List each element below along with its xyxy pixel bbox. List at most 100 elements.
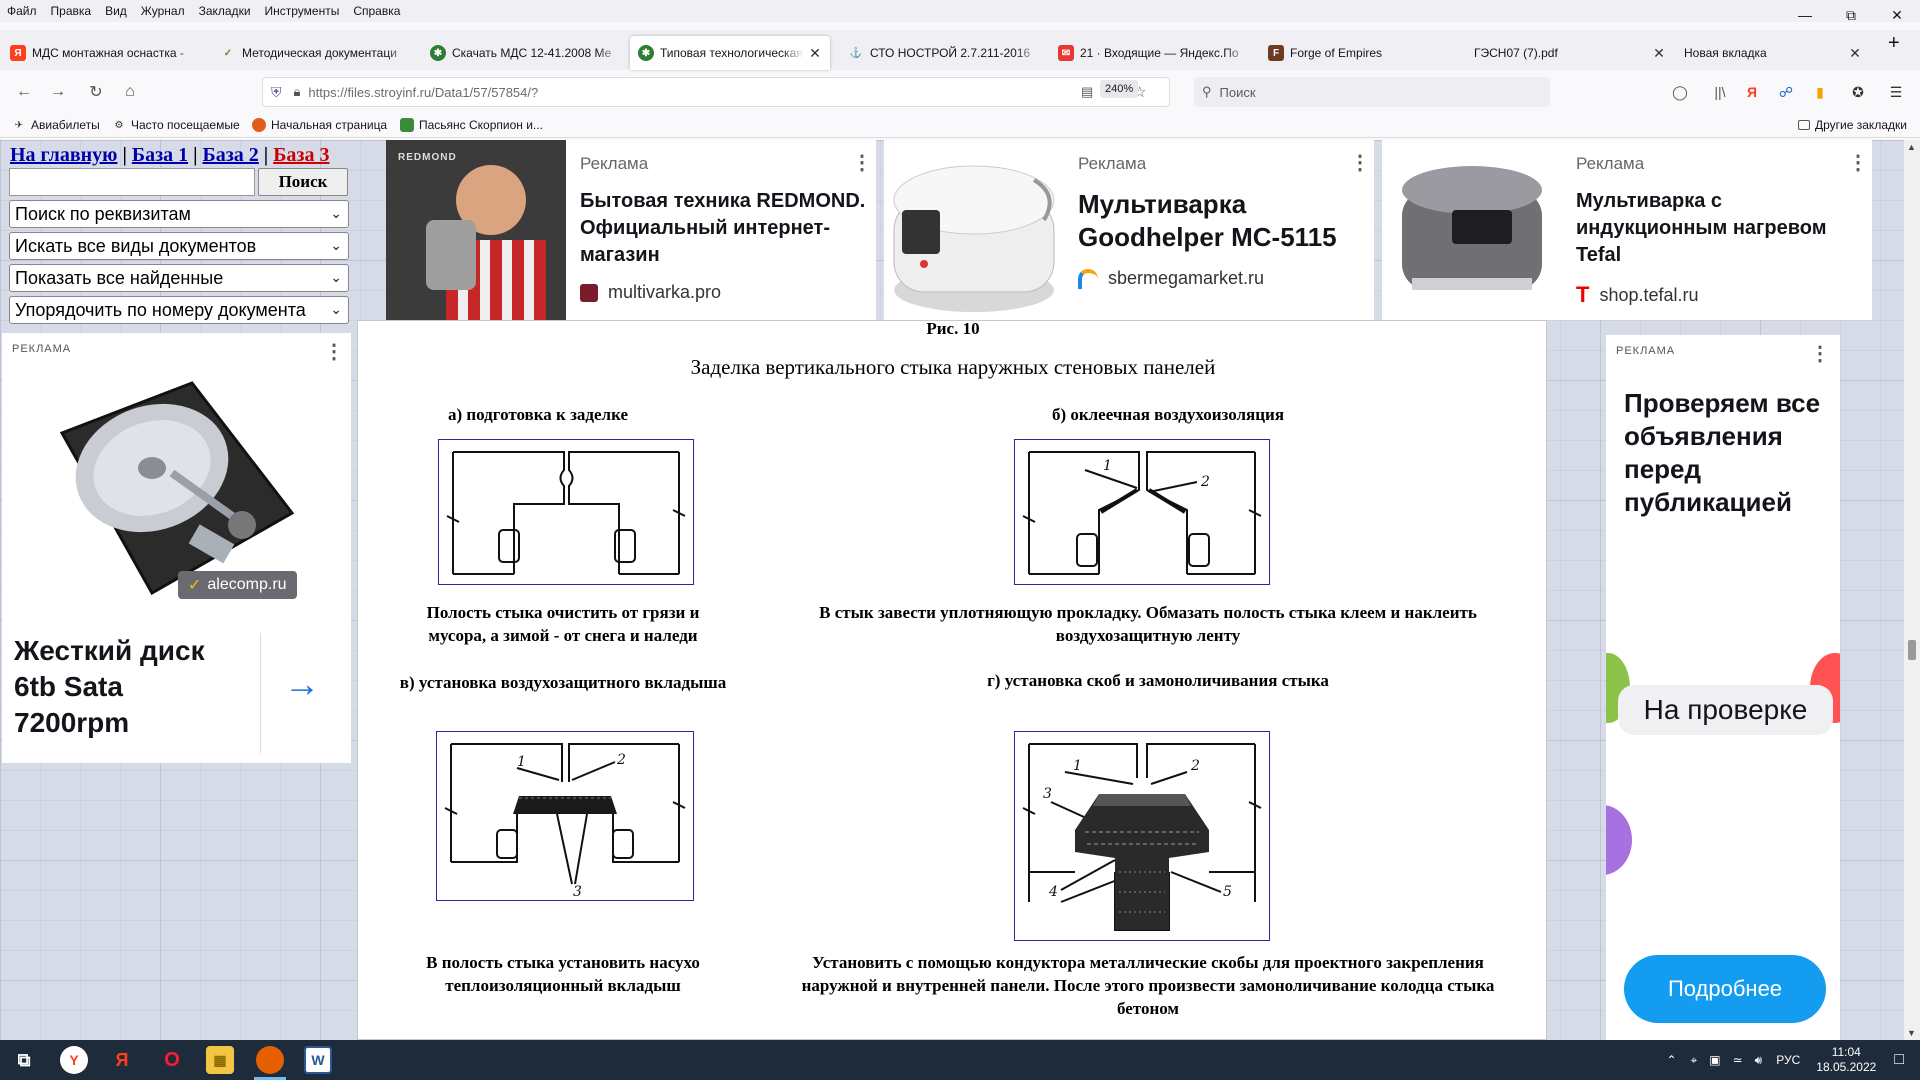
- forward-arrow-icon[interactable]: →: [46, 80, 70, 104]
- display-icon[interactable]: ▣: [1709, 1053, 1720, 1067]
- shield-icon[interactable]: ⛨: [271, 84, 282, 101]
- restore-icon[interactable]: ⧉: [1828, 0, 1874, 30]
- bookmark-frequent[interactable]: ⚙ Часто посещаемые: [112, 118, 240, 132]
- select-show-found[interactable]: Показать все найденные ⌄: [9, 264, 349, 292]
- bookmark-flag-icon[interactable]: ▮: [1810, 82, 1830, 102]
- base1-link[interactable]: База 1: [132, 144, 188, 166]
- lock-icon[interactable]: 🔒︎: [294, 84, 301, 100]
- menu-tools[interactable]: Инструменты: [258, 4, 347, 18]
- yandex-browser-icon[interactable]: Y: [60, 1046, 88, 1074]
- menu-edit[interactable]: Правка: [44, 4, 99, 18]
- tab-mds[interactable]: Я МДС монтажная оснастка -: [2, 36, 210, 70]
- scrollbar-thumb[interactable]: [1908, 640, 1916, 660]
- reader-view-icon[interactable]: ▤: [1081, 84, 1093, 100]
- game-icon: F: [1268, 45, 1284, 61]
- yandex-icon[interactable]: Я: [1742, 82, 1762, 102]
- close-tab-icon[interactable]: ✕: [1652, 45, 1666, 62]
- menu-help[interactable]: Справка: [346, 4, 407, 18]
- tab-skachat[interactable]: ✱ Скачать МДС 12-41.2008 Ме: [422, 36, 630, 70]
- zoom-level[interactable]: 240%: [1100, 80, 1139, 98]
- menu-history[interactable]: Журнал: [134, 4, 192, 18]
- close-tab-icon[interactable]: ✕: [1848, 45, 1862, 62]
- more-options-icon[interactable]: ⋮: [1810, 341, 1830, 366]
- system-tray: ⌃ ⌖ ▣ ≃ 🔊︎ РУС 11:04 18.05.2022 □: [1658, 1040, 1914, 1080]
- home-icon[interactable]: ⌂: [118, 80, 142, 104]
- bookmark-start-page[interactable]: Начальная страница: [252, 118, 387, 132]
- tab-new[interactable]: Новая вкладка ✕: [1676, 36, 1870, 70]
- extensions-icon[interactable]: ✪: [1848, 82, 1868, 102]
- select-doc-types[interactable]: Искать все виды документов ⌄: [9, 232, 349, 260]
- callout-label-4: 4: [1048, 884, 1058, 900]
- word-icon[interactable]: W: [304, 1046, 332, 1074]
- bookmark-aviabilety[interactable]: ✈ Авиабилеты: [12, 118, 100, 132]
- url-bar[interactable]: ⛨ 🔒︎ https://files.stroyinf.ru/Data1/57/…: [262, 77, 1170, 107]
- ad-top-redmond[interactable]: REDMOND Реклама ⋮ Бытовая техника REDMON…: [386, 140, 876, 320]
- menu-file[interactable]: Файл: [0, 4, 44, 18]
- nav-separator: |: [193, 144, 198, 166]
- more-options-icon[interactable]: ⋮: [1848, 150, 1868, 175]
- search-bar[interactable]: ⚲ Поиск: [1194, 77, 1550, 107]
- ad-label: РЕКЛАМА: [1616, 345, 1676, 357]
- ad-top-tefal[interactable]: Реклама ⋮ Мультиварка с индукционным наг…: [1382, 140, 1872, 320]
- ad-cta-button[interactable]: Подробнее: [1624, 955, 1826, 1023]
- windows-taskbar: ⧉ Y Я O ▦ W ⌃ ⌖ ▣ ≃ 🔊︎ РУС 11:04 18.05.2…: [0, 1040, 1920, 1080]
- menu-view[interactable]: Вид: [98, 4, 134, 18]
- library-icon[interactable]: ||\: [1710, 82, 1730, 102]
- select-sort-order[interactable]: Упорядочить по номеру документа ⌄: [9, 296, 349, 324]
- ad-title: Мультиварка Goodhelper MC-5115: [1078, 189, 1337, 252]
- ad-left[interactable]: РЕКЛАМА ⋮ ✓ alecomp.ru Жесткий диск 6tb …: [2, 333, 351, 763]
- tab-pdf[interactable]: ГЭСН07 (7).pdf ✕: [1466, 36, 1674, 70]
- home-link[interactable]: На главную: [10, 144, 117, 166]
- ad-top-goodhelper[interactable]: Реклама ⋮ Мультиварка Goodhelper MC-5115…: [884, 140, 1374, 320]
- site-search-input[interactable]: [9, 168, 255, 196]
- scroll-up-arrow-icon[interactable]: ▲: [1907, 142, 1916, 152]
- menu-bookmarks[interactable]: Закладки: [192, 4, 258, 18]
- more-options-icon[interactable]: ⋮: [1350, 150, 1370, 175]
- tab-title: Скачать МДС 12-41.2008 Ме: [452, 46, 612, 60]
- chevron-up-icon[interactable]: ⌃: [1666, 1053, 1676, 1067]
- ad-label: Реклама: [1078, 154, 1147, 173]
- firefox-icon[interactable]: [256, 1046, 284, 1074]
- ad-badge-text: alecomp.ru: [207, 576, 287, 593]
- yandex-icon[interactable]: Я: [108, 1046, 136, 1074]
- minimize-icon[interactable]: —: [1782, 0, 1828, 30]
- tab-metod[interactable]: ✓ Методическая документаци: [212, 36, 420, 70]
- scroll-down-arrow-icon[interactable]: ▼: [1907, 1028, 1916, 1038]
- tab-tipovaya[interactable]: ✱ Типовая технологическая к ✕: [630, 36, 830, 70]
- cart-icon[interactable]: ☍: [1776, 82, 1796, 102]
- base3-link[interactable]: База 3: [273, 144, 329, 166]
- ad-right[interactable]: РЕКЛАМА ⋮ Проверяем все объявления перед…: [1606, 335, 1840, 1040]
- more-options-icon[interactable]: ⋮: [324, 339, 344, 364]
- opera-icon[interactable]: O: [158, 1046, 186, 1074]
- base2-link[interactable]: База 2: [203, 144, 259, 166]
- tab-forge[interactable]: F Forge of Empires: [1260, 36, 1468, 70]
- volume-icon[interactable]: 🔊︎: [1755, 1053, 1763, 1068]
- notifications-icon[interactable]: □: [1894, 1051, 1904, 1069]
- tab-mail[interactable]: ✉ 21 · Входящие — Яндекс.По: [1050, 36, 1258, 70]
- bookmark-other[interactable]: Другие закладки: [1798, 118, 1907, 132]
- wifi-icon[interactable]: ≃: [1733, 1053, 1743, 1067]
- close-window-icon[interactable]: ✕: [1874, 0, 1920, 30]
- language-indicator[interactable]: РУС: [1776, 1053, 1800, 1067]
- select-value: Упорядочить по номеру документа: [15, 299, 306, 320]
- windows-start-icon[interactable]: ⧉: [10, 1046, 38, 1074]
- new-tab-plus-icon[interactable]: +: [1888, 32, 1900, 55]
- bookmark-solitaire[interactable]: Пасьянс Скорпион и...: [400, 118, 543, 132]
- reload-icon[interactable]: ↻: [84, 80, 108, 104]
- clock[interactable]: 11:04 18.05.2022: [1816, 1045, 1876, 1075]
- close-tab-icon[interactable]: ✕: [808, 45, 822, 62]
- tab-sto[interactable]: ⚓ СТО НОСТРОЙ 2.7.211-2016: [840, 36, 1048, 70]
- url-text[interactable]: https://files.stroyinf.ru/Data1/57/57854…: [308, 85, 538, 100]
- document-page: Рис. 10 Заделка вертикального стыка нару…: [357, 319, 1547, 1040]
- back-arrow-icon[interactable]: ←: [12, 80, 36, 104]
- network-icon[interactable]: ⌖: [1691, 1053, 1698, 1068]
- menu-hamburger-icon[interactable]: ☰: [1886, 82, 1906, 102]
- more-options-icon[interactable]: ⋮: [852, 150, 872, 175]
- pocket-icon[interactable]: ◯: [1670, 82, 1690, 102]
- site-search-button[interactable]: Поиск: [258, 168, 348, 196]
- arrow-right-icon[interactable]: →: [284, 663, 320, 705]
- file-explorer-icon[interactable]: ▦: [206, 1046, 234, 1074]
- callout-label-2: 2: [1200, 474, 1210, 490]
- page-scrollbar[interactable]: ▲ ▼: [1904, 140, 1920, 1040]
- select-requisites[interactable]: Поиск по реквизитам ⌄: [9, 200, 349, 228]
